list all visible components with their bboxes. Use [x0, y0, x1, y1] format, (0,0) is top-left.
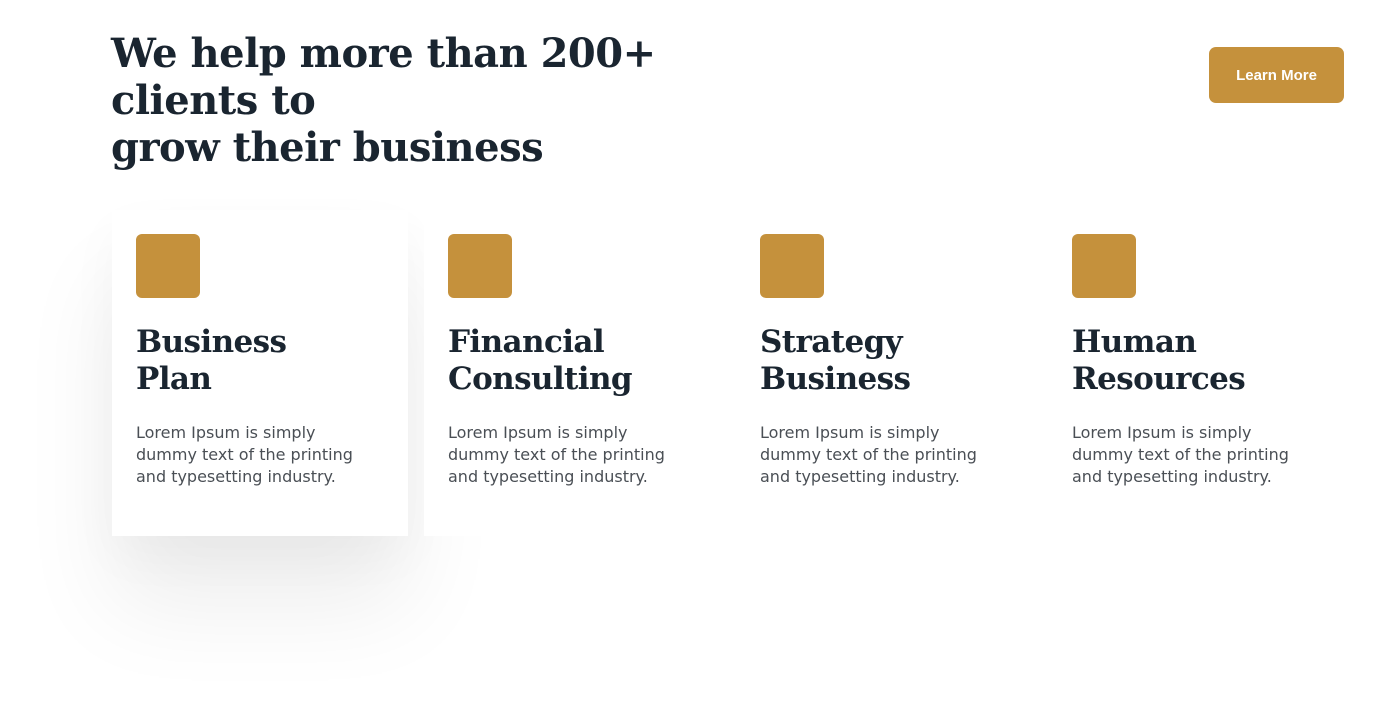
service-icon — [136, 234, 200, 298]
service-card-title: Human Resources — [1072, 324, 1246, 397]
service-card-description: Lorem Ipsum is simply dummy text of the … — [1072, 423, 1289, 486]
service-card-description: Lorem Ipsum is simply dummy text of the … — [136, 423, 353, 486]
service-card-title: Financial Consulting — [448, 324, 633, 397]
service-icon — [760, 234, 824, 298]
service-card-title: Business Plan — [136, 324, 287, 397]
service-icon — [1072, 234, 1136, 298]
service-icon — [448, 234, 512, 298]
learn-more-button[interactable]: Learn More — [1209, 47, 1344, 103]
service-card-business-plan[interactable]: Business Plan Lorem Ipsum is simply dumm… — [112, 210, 408, 536]
service-card-description: Lorem Ipsum is simply dummy text of the … — [448, 423, 665, 486]
section-headline: We help more than 200+ clients to grow t… — [111, 30, 656, 171]
service-card-title: Strategy Business — [760, 324, 911, 397]
service-card-financial-consulting[interactable]: Financial Consulting Lorem Ipsum is simp… — [424, 210, 720, 536]
service-card-strategy-business[interactable]: Strategy Business Lorem Ipsum is simply … — [736, 210, 1032, 536]
services-grid: Business Plan Lorem Ipsum is simply dumm… — [112, 210, 1360, 536]
service-card-description: Lorem Ipsum is simply dummy text of the … — [760, 423, 977, 486]
service-card-human-resources[interactable]: Human Resources Lorem Ipsum is simply du… — [1048, 210, 1344, 536]
